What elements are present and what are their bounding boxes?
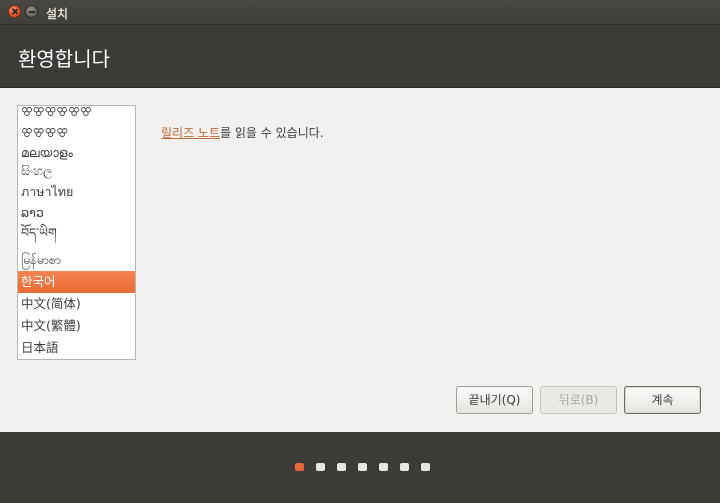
language-list-item[interactable]: ภาษาไทย bbox=[18, 181, 135, 203]
progress-dot bbox=[337, 463, 346, 471]
title-bar: 설치 bbox=[0, 0, 720, 25]
progress-dot bbox=[400, 463, 409, 471]
language-list-item[interactable]: 日本語 bbox=[18, 337, 135, 359]
release-notes-link[interactable]: 릴리즈 노트 bbox=[161, 126, 220, 140]
language-list-item[interactable]: བོད་ཡིག bbox=[18, 222, 135, 244]
progress-dot bbox=[421, 463, 430, 471]
language-list-item[interactable]: ꕢꕢꕢꕢ bbox=[18, 122, 135, 144]
close-icon[interactable] bbox=[8, 5, 21, 18]
window-title: 설치 bbox=[46, 7, 69, 21]
progress-dot bbox=[316, 463, 325, 471]
continue-button[interactable]: 계속 bbox=[624, 386, 701, 414]
minimize-icon[interactable] bbox=[25, 5, 38, 18]
language-list-item[interactable]: ລາວ bbox=[18, 202, 135, 224]
release-notes-line: 릴리즈 노트를 읽을 수 있습니다. bbox=[161, 124, 324, 141]
page-title: 환영합니다 bbox=[18, 47, 110, 71]
footer bbox=[0, 432, 720, 503]
progress-dot bbox=[358, 463, 367, 471]
progress-dot-active bbox=[295, 463, 304, 471]
language-list-item[interactable]: မြန်မာစာ bbox=[18, 249, 135, 271]
page-header: 환영합니다 bbox=[0, 25, 720, 87]
progress-dot bbox=[379, 463, 388, 471]
language-list-item[interactable]: සිංහල bbox=[18, 160, 135, 182]
quit-button[interactable]: 끝내기(Q) bbox=[456, 386, 533, 414]
language-list-item-selected[interactable]: 한국어 bbox=[18, 271, 135, 293]
back-button[interactable]: 뒤로(B) bbox=[540, 386, 617, 414]
language-list-item[interactable]: 中文(简体) bbox=[18, 293, 135, 315]
language-list-item[interactable]: 中文(繁體) bbox=[18, 315, 135, 337]
language-list-item[interactable]: ꕢꕢꕢꕢꕢꕢ bbox=[18, 106, 135, 123]
main-content: ꕢꕢꕢꕢꕢꕢ ꕢꕢꕢꕢ മലയാളം සිංහල ภาษาไทย ລາວ བོད… bbox=[0, 87, 720, 432]
release-notes-text: 를 읽을 수 있습니다. bbox=[220, 126, 324, 140]
language-list[interactable]: ꕢꕢꕢꕢꕢꕢ ꕢꕢꕢꕢ മലയാളം සිංහල ภาษาไทย ລາວ བོད… bbox=[17, 105, 136, 360]
